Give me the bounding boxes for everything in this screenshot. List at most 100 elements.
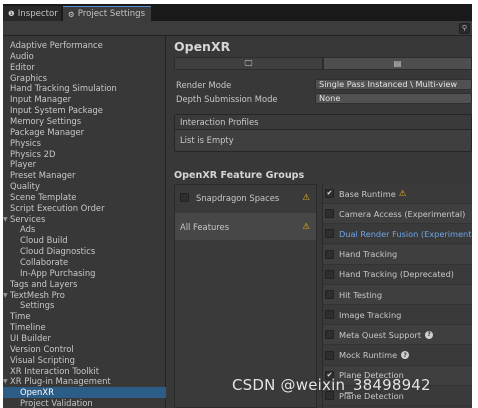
feature-checkbox[interactable] (325, 229, 334, 239)
feature-row[interactable]: Camera Access (Experimental) (323, 204, 472, 225)
sidebar-item[interactable]: In-App Purchasing (3, 268, 166, 279)
sidebar-item-label: Input Manager (10, 94, 72, 105)
sidebar-item[interactable]: Visual Scripting (3, 355, 166, 366)
sidebar-item-label: Time (10, 311, 31, 322)
sidebar-item[interactable]: Input Manager (3, 94, 166, 105)
sidebar-item-label: Quality (10, 181, 40, 192)
page-title: OpenXR (174, 39, 231, 54)
feature-row[interactable]: Mock Runtime? (323, 346, 472, 366)
feature-groups-list: Snapdragon Spaces ⚠ All Features ⚠ (174, 184, 317, 408)
sidebar-item[interactable]: Script Execution Order (3, 203, 166, 214)
sidebar-item[interactable]: Hand Tracking Simulation (3, 83, 166, 94)
warning-icon: ⚠ (398, 188, 407, 199)
feature-row[interactable]: ✔ Base Runtime ⚠ (323, 184, 472, 204)
platform-tabs: 🖵 ▤ (174, 57, 472, 70)
feature-group-all-features[interactable]: All Features ⚠ (175, 213, 316, 240)
expand-arrow-icon[interactable]: ▼ (3, 376, 8, 387)
sidebar-item[interactable]: Package Manager (3, 127, 166, 138)
sidebar-item[interactable]: Preset Manager (3, 170, 166, 181)
feature-checkbox[interactable] (325, 249, 334, 259)
sidebar-item-label: Cloud Build (20, 235, 68, 246)
sidebar-item[interactable]: Scene Template (3, 192, 166, 203)
interaction-profiles-header[interactable]: Interaction Profiles (175, 115, 471, 130)
monitor-icon: 🖵 (244, 58, 253, 68)
feature-row[interactable]: Hand Tracking (Deprecated) (323, 265, 472, 285)
sidebar-item[interactable]: ▼ TextMesh Pro (3, 290, 166, 301)
sidebar-item[interactable]: Timeline (3, 322, 166, 333)
feature-label: Image Tracking (339, 309, 402, 320)
sidebar-item[interactable]: Project Validation (3, 398, 166, 408)
sidebar-item-label: Preset Manager (10, 170, 76, 181)
tab-inspector[interactable]: ❶ Inspector (3, 6, 61, 21)
sidebar-item-label: Script Execution Order (10, 202, 105, 213)
feature-checkbox[interactable] (325, 350, 334, 360)
expand-arrow-icon[interactable]: ▼ (3, 214, 8, 225)
sidebar-item[interactable]: Memory Settings (3, 116, 166, 127)
expand-arrow-icon[interactable]: ▼ (3, 290, 8, 301)
tab-project-settings-label: Project Settings (77, 9, 146, 19)
feature-label: Hand Tracking (339, 249, 398, 260)
sidebar-item[interactable]: Editor (3, 62, 166, 73)
sidebar-item[interactable]: Cloud Build (3, 235, 166, 246)
feature-label: Mock Runtime (339, 350, 398, 361)
sidebar-item-label: Physics 2D (10, 148, 56, 159)
snapdragon-spaces-checkbox[interactable] (180, 193, 189, 202)
feature-label: Base Runtime (339, 188, 396, 199)
feature-groups-title: OpenXR Feature Groups (174, 170, 305, 181)
sidebar-item[interactable]: ▼ XR Plug-in Management (3, 376, 166, 387)
sidebar-item[interactable]: Collaborate (3, 257, 166, 268)
sidebar-item[interactable]: XR Interaction Toolkit (3, 366, 166, 377)
feature-checkbox[interactable] (325, 290, 334, 299)
sidebar-item[interactable]: Cloud Diagnostics (3, 246, 166, 257)
tab-android-platform[interactable]: ▤ (323, 57, 472, 70)
interaction-profiles-empty: List is Empty (180, 135, 234, 145)
sidebar-item[interactable]: Time (3, 311, 166, 322)
feature-list: ✔ Base Runtime ⚠ Camera Access (Experimenta… (322, 184, 472, 408)
sidebar-item-label: Physics (10, 137, 41, 148)
feature-row[interactable]: Hit Testing (323, 285, 472, 305)
sidebar-item[interactable]: OpenXR (3, 387, 166, 399)
depth-submission-mode-dropdown[interactable]: None (315, 93, 472, 104)
sidebar-item[interactable]: Audio (3, 51, 166, 62)
sidebar-item[interactable]: Input System Package (3, 105, 166, 116)
sidebar-item[interactable]: Physics 2D (3, 149, 166, 160)
feature-checkbox[interactable]: ✔ (325, 189, 334, 198)
feature-group-snapdragon-spaces[interactable]: Snapdragon Spaces ⚠ (175, 185, 316, 210)
help-icon[interactable]: ? (401, 351, 410, 360)
feature-checkbox[interactable] (325, 310, 334, 320)
sidebar-item[interactable]: Quality (3, 181, 166, 192)
project-settings-window: ❶ Inspector ⚙ Project Settings ⚲ Adaptiv… (3, 4, 472, 408)
sidebar-item-label: Audio (10, 50, 34, 61)
sidebar-item[interactable]: UI Builder (3, 333, 166, 344)
sidebar-item-label: Collaborate (20, 257, 69, 267)
info-icon: ❶ (8, 9, 15, 18)
help-icon[interactable]: ? (425, 330, 434, 339)
sidebar-item-label: OpenXR (20, 387, 54, 398)
sidebar-item[interactable]: Ads (3, 224, 166, 235)
sidebar-item[interactable]: Physics (3, 138, 166, 149)
sidebar-item[interactable]: Adaptive Performance (3, 40, 166, 51)
warning-icon: ⚠ (302, 221, 310, 232)
feature-row[interactable]: Meta Quest Support? (323, 325, 472, 346)
feature-row[interactable]: Hand Tracking (323, 244, 472, 265)
sidebar-item-label: Input System Package (10, 105, 103, 116)
feature-row[interactable]: Dual Render Fusion (Experimental) (323, 224, 472, 245)
render-mode-dropdown[interactable]: Single Pass Instanced \ Multi-view (315, 79, 472, 90)
search-icon[interactable]: ⚲ (459, 23, 470, 34)
sidebar-item[interactable]: Version Control (3, 344, 166, 355)
sidebar-item[interactable]: Graphics (3, 73, 166, 84)
sidebar-item-label: Package Manager (10, 126, 85, 137)
tab-standalone-platform[interactable]: 🖵 (174, 57, 323, 70)
sidebar-item[interactable]: Settings (3, 300, 166, 311)
sidebar-item[interactable]: Player (3, 159, 166, 170)
feature-row[interactable]: Image Tracking (323, 305, 472, 326)
sidebar-item-label: XR Interaction Toolkit (10, 365, 100, 376)
tab-project-settings[interactable]: ⚙ Project Settings (63, 6, 151, 21)
sidebar-item[interactable]: ▼ Services (3, 214, 166, 225)
feature-label: Meta Quest Support (339, 329, 422, 340)
feature-checkbox[interactable] (325, 330, 334, 340)
feature-checkbox[interactable] (325, 269, 334, 279)
feature-checkbox[interactable] (325, 209, 334, 219)
warning-icon: ⚠ (302, 192, 310, 203)
sidebar-item[interactable]: Tags and Layers (3, 279, 166, 290)
